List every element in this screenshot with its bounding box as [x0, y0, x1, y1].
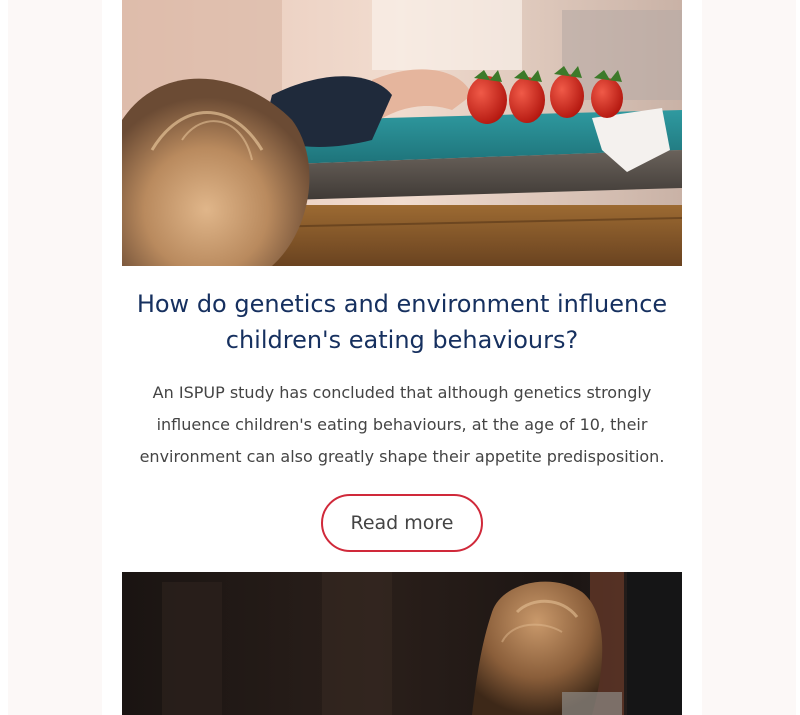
woman-in-dim-room-photo [122, 572, 682, 715]
article-summary: An ISPUP study has concluded that althou… [139, 383, 665, 466]
article-image[interactable] [122, 0, 682, 266]
article-title[interactable]: How do genetics and environment influenc… [122, 286, 682, 358]
article-list: How do genetics and environment influenc… [102, 0, 702, 715]
strawberries-photo [122, 0, 682, 266]
newsletter-page: How do genetics and environment influenc… [0, 0, 800, 715]
article-image[interactable] [122, 572, 682, 715]
read-more-button[interactable]: Read more [321, 494, 483, 552]
